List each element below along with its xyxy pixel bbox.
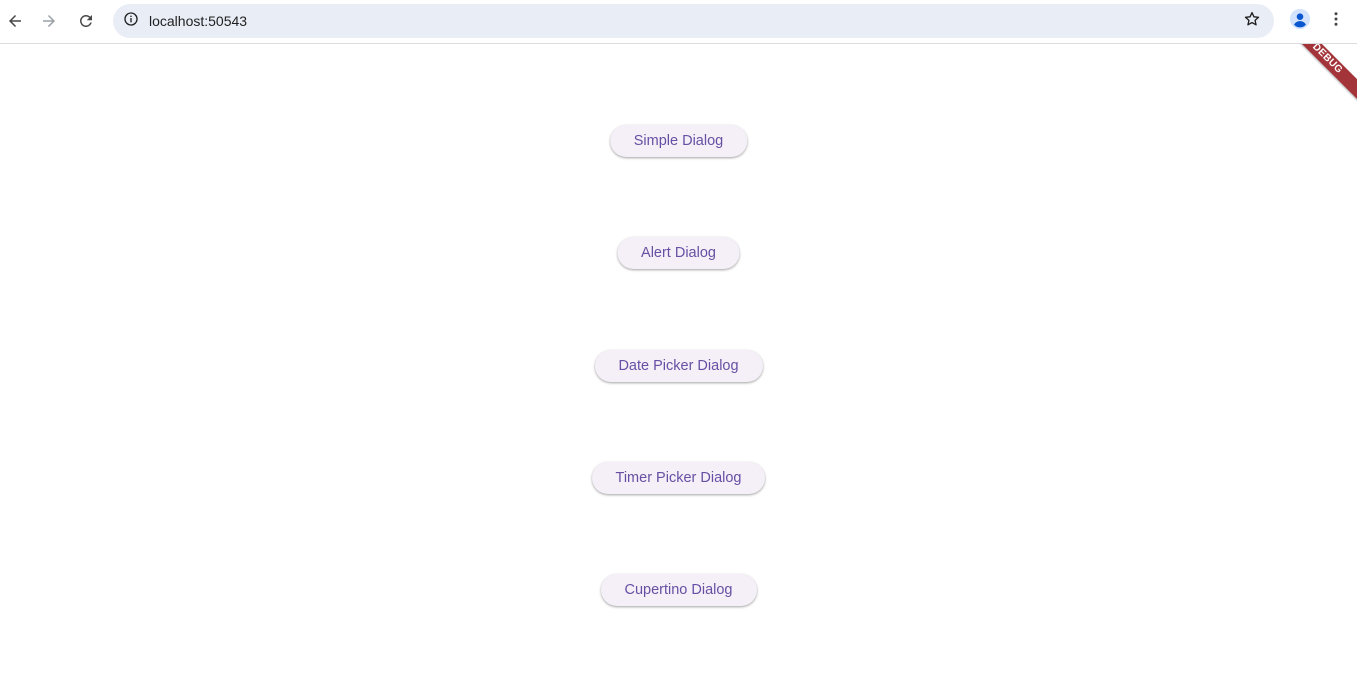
site-info-button[interactable] (119, 9, 143, 33)
vertical-dots-icon (1327, 10, 1345, 33)
bookmark-button[interactable] (1240, 9, 1264, 33)
arrow-left-icon (6, 12, 24, 30)
address-bar[interactable]: localhost:50543 (113, 4, 1274, 38)
simple-dialog-button[interactable]: Simple Dialog (609, 125, 748, 157)
timer-picker-dialog-button[interactable]: Timer Picker Dialog (591, 462, 766, 494)
date-picker-dialog-button[interactable]: Date Picker Dialog (594, 350, 763, 382)
url-text[interactable]: localhost:50543 (149, 13, 247, 29)
cupertino-dialog-button[interactable]: Cupertino Dialog (600, 574, 757, 606)
app-content: Simple Dialog Alert Dialog Date Picker D… (0, 44, 1357, 673)
profile-button[interactable] (1286, 7, 1314, 35)
debug-banner: DEBUG (1281, 44, 1357, 105)
arrow-right-icon (40, 12, 58, 30)
info-icon (123, 11, 139, 32)
star-icon (1243, 10, 1261, 33)
back-button[interactable] (0, 6, 30, 36)
person-icon (1289, 8, 1311, 35)
reload-icon (77, 12, 95, 30)
browser-menu-button[interactable] (1322, 7, 1350, 35)
forward-button[interactable] (34, 6, 64, 36)
alert-dialog-button[interactable]: Alert Dialog (617, 237, 740, 269)
browser-toolbar: localhost:50543 (0, 0, 1357, 44)
reload-button[interactable] (71, 6, 101, 36)
